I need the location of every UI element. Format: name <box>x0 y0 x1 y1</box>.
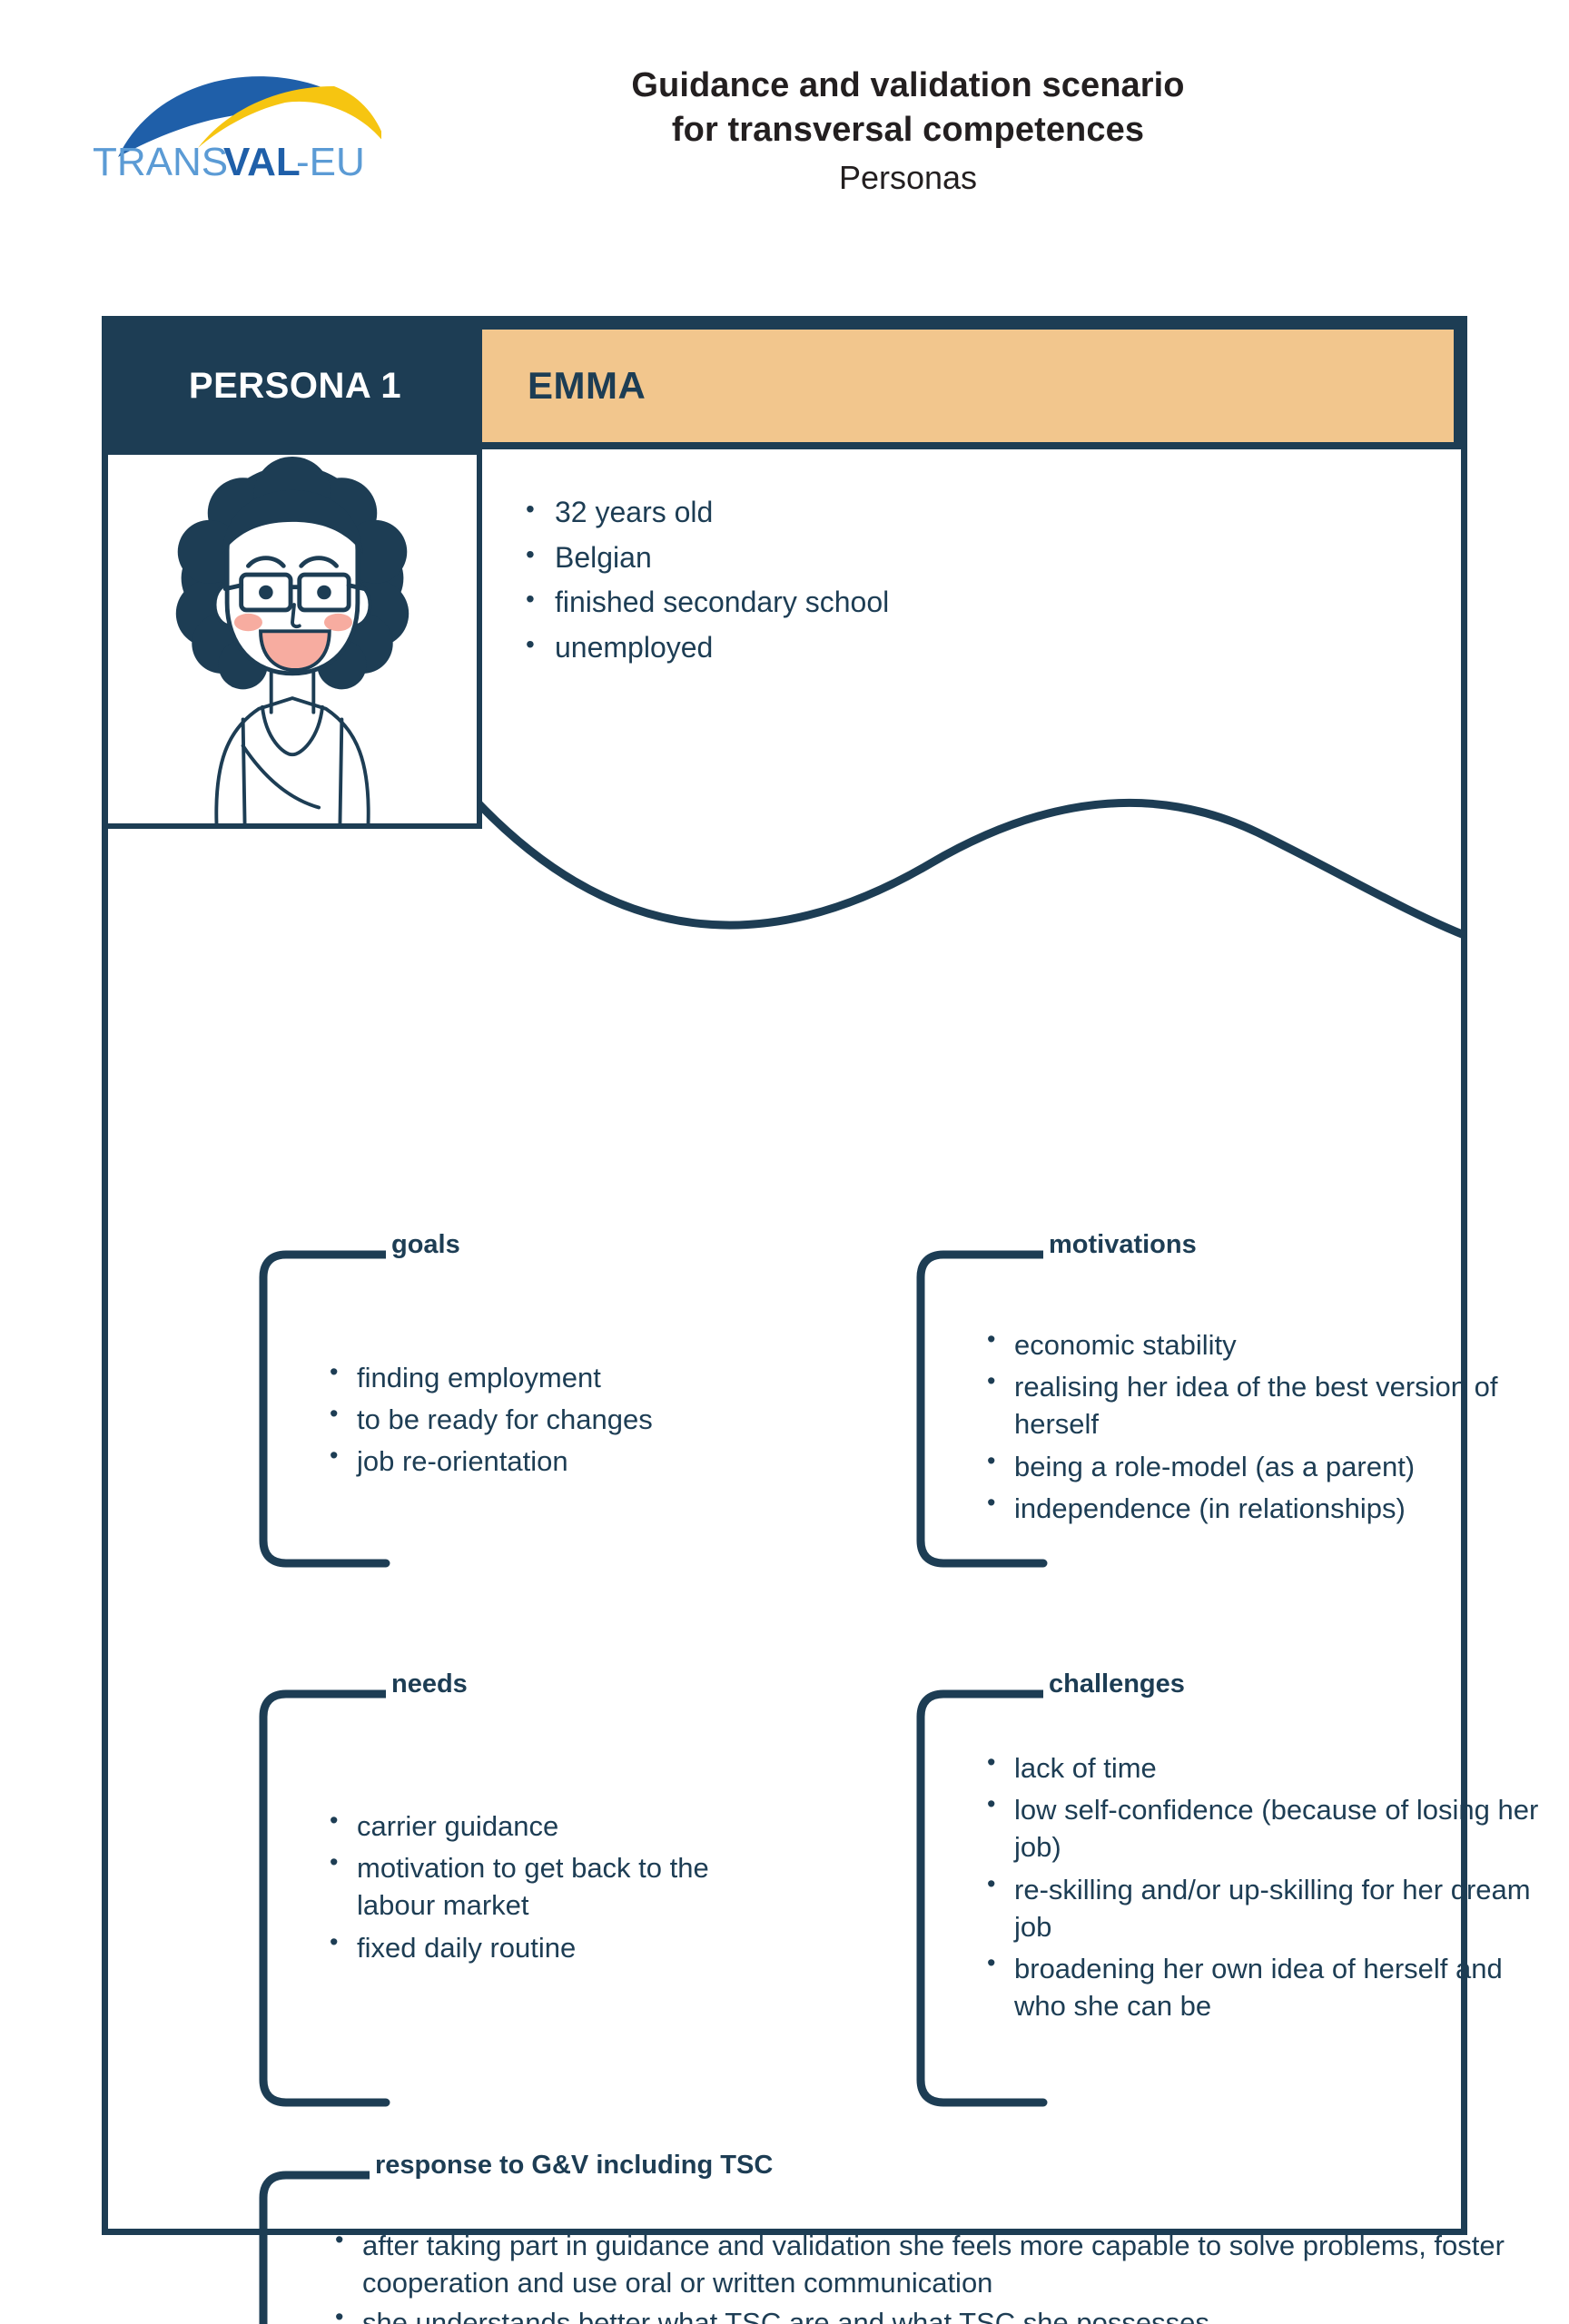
list-item: finished secondary school <box>518 579 1426 625</box>
page-header: TRANS VAL -EU Guidance and validation sc… <box>0 0 1569 272</box>
list-item: re-skilling and/or up-skilling for her d… <box>980 1868 1561 1945</box>
persona-card-header: PERSONA 1 EMMA <box>108 322 1461 449</box>
section-items: finding employment to be ready for chang… <box>322 1356 794 1485</box>
section-title: motivations <box>1043 1230 1202 1260</box>
list-item: economic stability <box>980 1324 1561 1364</box>
transval-eu-logo: TRANS VAL -EU <box>91 50 381 186</box>
section-items: economic stability realising her idea of… <box>980 1324 1561 1531</box>
list-item: unemployed <box>518 625 1426 671</box>
section-title: challenges <box>1043 1669 1190 1699</box>
list-item: realising her idea of the best version o… <box>980 1365 1561 1443</box>
section-items: after taking part in guidance and valida… <box>328 2224 1508 2324</box>
svg-text:VAL: VAL <box>223 140 301 184</box>
list-item: carrier guidance <box>322 1805 794 1845</box>
svg-text:TRANS: TRANS <box>93 140 228 184</box>
list-item: to be ready for changes <box>322 1398 794 1438</box>
wavy-divider-icon <box>477 776 1466 940</box>
section-items: carrier guidance motivation to get back … <box>322 1805 794 1971</box>
section-motivations: motivations economic stability realising… <box>916 1230 1569 1568</box>
poster-page: TRANS VAL -EU Guidance and validation sc… <box>0 0 1569 2324</box>
svg-text:-EU: -EU <box>296 140 365 184</box>
avatar <box>108 449 482 829</box>
list-item: Belgian <box>518 535 1426 581</box>
list-item: job re-orientation <box>322 1440 794 1480</box>
list-item: independence (in relationships) <box>980 1487 1561 1527</box>
page-title: Guidance and validation scenario for tra… <box>508 64 1308 200</box>
section-title: goals <box>386 1230 466 1260</box>
section-items: lack of time low self-confidence (becaus… <box>980 1747 1561 2030</box>
persona-facts-list: 32 years old Belgian finished secondary … <box>518 489 1426 671</box>
section-title: needs <box>386 1669 473 1699</box>
list-item: she understands better what TSC are and … <box>328 2301 1508 2324</box>
section-title: response to G&V including TSC <box>370 2151 779 2181</box>
page-subtitle: Personas <box>838 159 978 197</box>
list-item: broadening her own idea of herself and w… <box>980 1947 1561 2024</box>
persona-card: PERSONA 1 EMMA • 32 years old • Belgian … <box>102 316 1538 2324</box>
section-goals: goals finding employment to be ready for… <box>259 1230 822 1568</box>
title-line-1: Guidance and validation scenario <box>631 66 1185 104</box>
section-challenges: challenges lack of time low self-confide… <box>916 1669 1569 2107</box>
section-response: response to G&V including TSC after taki… <box>259 2151 1512 2324</box>
list-item: low self-confidence (because of losing h… <box>980 1788 1561 1866</box>
persona-number-label: PERSONA 1 <box>188 365 402 406</box>
list-item: being a role-model (as a parent) <box>980 1445 1561 1485</box>
persona-name-plate: EMMA <box>482 330 1454 442</box>
list-item: finding employment <box>322 1356 794 1396</box>
list-item: lack of time <box>980 1747 1561 1787</box>
list-item: fixed daily routine <box>322 1926 794 1966</box>
section-needs: needs carrier guidance motivation to get… <box>259 1669 822 2107</box>
title-line-2: for transversal competences <box>671 110 1145 149</box>
list-item: motivation to get back to the labour mar… <box>322 1846 794 1924</box>
list-item: after taking part in guidance and valida… <box>328 2224 1508 2301</box>
list-item: 32 years old <box>518 489 1426 536</box>
